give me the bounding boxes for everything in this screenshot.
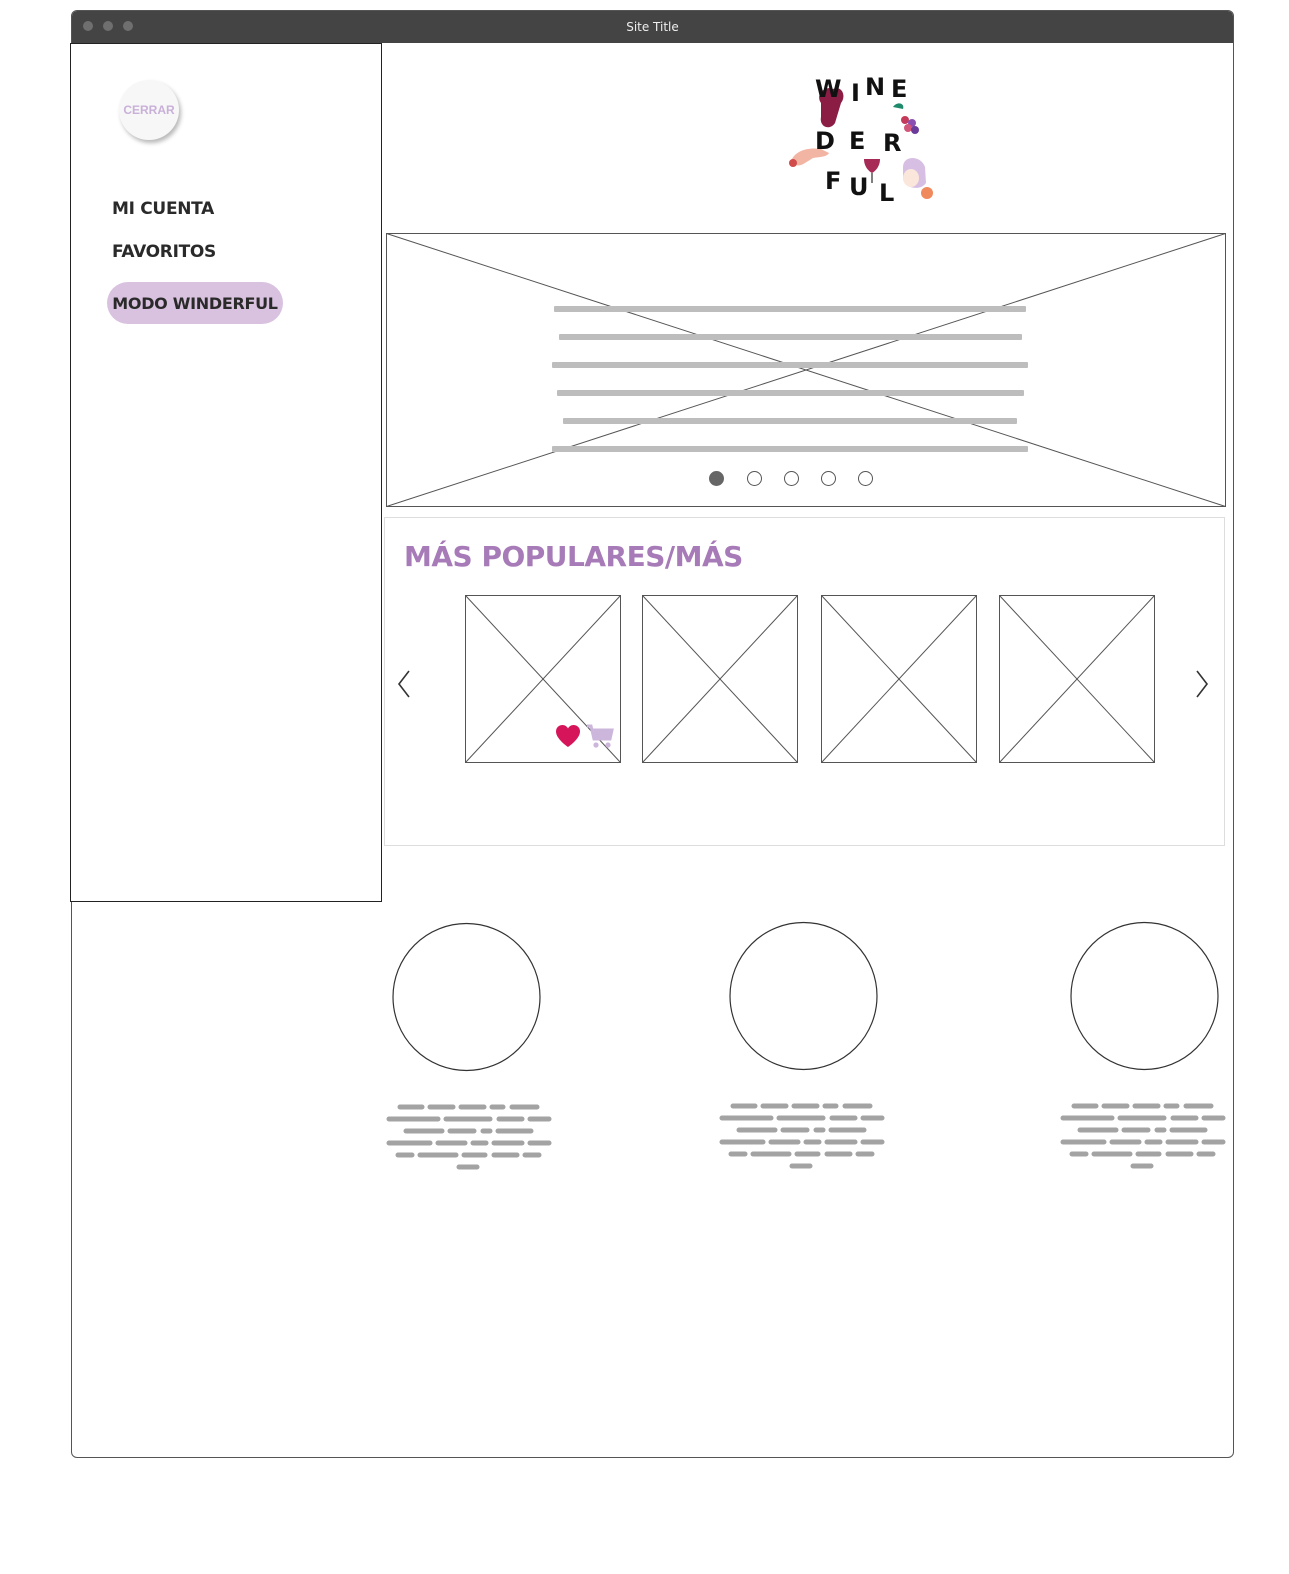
logo-letter-w: W [815,75,841,103]
window-title: Site Title [626,20,679,34]
hero-text-line [559,334,1022,340]
feature-text-placeholder [1060,1103,1226,1169]
chevron-right-icon[interactable] [1194,669,1210,699]
product-image-placeholder [642,595,798,763]
carousel-indicator-5[interactable] [858,471,873,486]
logo-letter-u: U [849,173,869,201]
logo-letter-n: N [865,73,885,101]
feature-text-placeholder [386,1104,552,1170]
hand-cuff-shape [789,159,797,167]
feature-image-circle [729,921,878,1071]
chevron-left-icon[interactable] [396,669,412,699]
wine-glass-shape [864,159,880,173]
menu-item-favoritos[interactable]: FAVORITOS [112,242,216,262]
product-image-placeholder [821,595,977,763]
woman-face-shape [903,169,919,187]
hero-text-line [552,362,1028,368]
hero-text-line [563,418,1017,424]
feature-image-circle [392,922,541,1072]
cart-icon[interactable] [586,724,614,750]
logo-letter-e2: E [849,127,865,155]
hero-text-line [554,306,1026,312]
popular-title: MÁS POPULARES/MÁS [404,540,743,573]
logo-letter-l: L [879,179,894,207]
product-card[interactable] [642,595,799,764]
hero-text-line [557,390,1024,396]
product-card[interactable] [999,595,1156,764]
hero-image-placeholder [386,233,1226,507]
heart-icon[interactable] [555,724,581,748]
carousel-indicator-4[interactable] [821,471,836,486]
logo-letter-e: E [891,75,907,103]
title-bar: Site Title [72,11,1233,43]
logo[interactable]: W I N E D E R F U L [785,65,940,210]
side-menu: CERRAR MI CUENTA FAVORITOS MODO WINDERFU… [70,43,382,902]
carousel-indicator-2[interactable] [747,471,762,486]
product-image-placeholder [999,595,1155,763]
logo-letter-d: D [815,127,835,155]
logo-letter-r: R [883,129,901,157]
menu-item-mi-cuenta[interactable]: MI CUENTA [112,199,214,219]
orange-shape [921,187,933,199]
hero-text-line [552,446,1028,452]
carousel-indicator-3[interactable] [784,471,799,486]
product-card[interactable] [821,595,978,764]
close-menu-button[interactable]: CERRAR [119,80,179,140]
hero-carousel [386,233,1227,508]
logo-letter-f: F [825,167,841,195]
feature-image-circle [1070,921,1219,1071]
menu-item-modo-winderful[interactable]: MODO WINDERFUL [107,282,283,324]
feature-text-placeholder [719,1103,885,1169]
carousel-indicator-1[interactable] [709,471,724,486]
logo-letter-i: I [851,79,860,107]
leaf-shape [893,103,904,109]
